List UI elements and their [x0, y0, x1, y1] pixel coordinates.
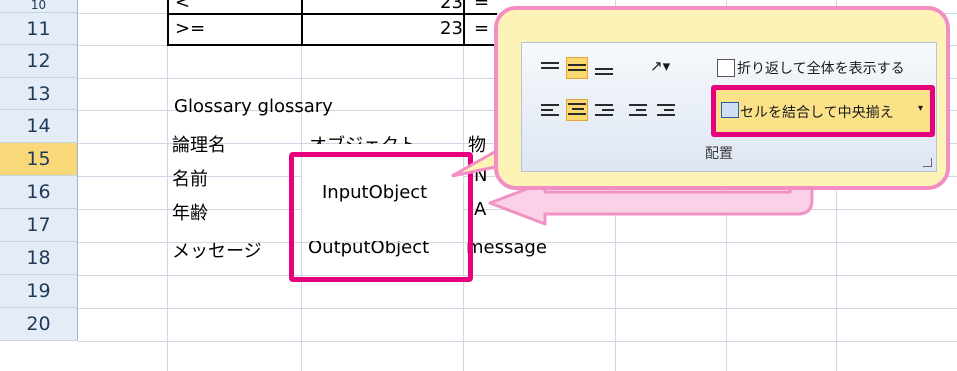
align-right-icon[interactable] [594, 101, 614, 121]
align-left-icon[interactable] [540, 101, 560, 121]
orientation-icon[interactable]: ↗▾ [650, 57, 670, 75]
chevron-down-icon[interactable]: ▾ [918, 103, 923, 114]
merge-center-label: セルを結合して中央揃え [740, 105, 894, 121]
align-top-icon[interactable] [540, 59, 560, 79]
increase-indent-icon[interactable] [656, 101, 676, 121]
align-bottom-icon[interactable] [594, 59, 614, 79]
group-label: 配置 [705, 146, 733, 162]
align-middle-icon[interactable] [566, 57, 588, 79]
wrap-text-button[interactable]: 折り返して全体を表示する [737, 58, 905, 78]
wrap-text-icon[interactable] [717, 59, 735, 77]
dialog-launcher-icon[interactable] [923, 158, 932, 167]
decrease-indent-icon[interactable] [628, 101, 648, 121]
merge-center-button[interactable]: セルを結合して中央揃え ▾ [711, 85, 935, 137]
align-center-icon[interactable] [566, 99, 588, 121]
merge-icon [721, 102, 739, 118]
